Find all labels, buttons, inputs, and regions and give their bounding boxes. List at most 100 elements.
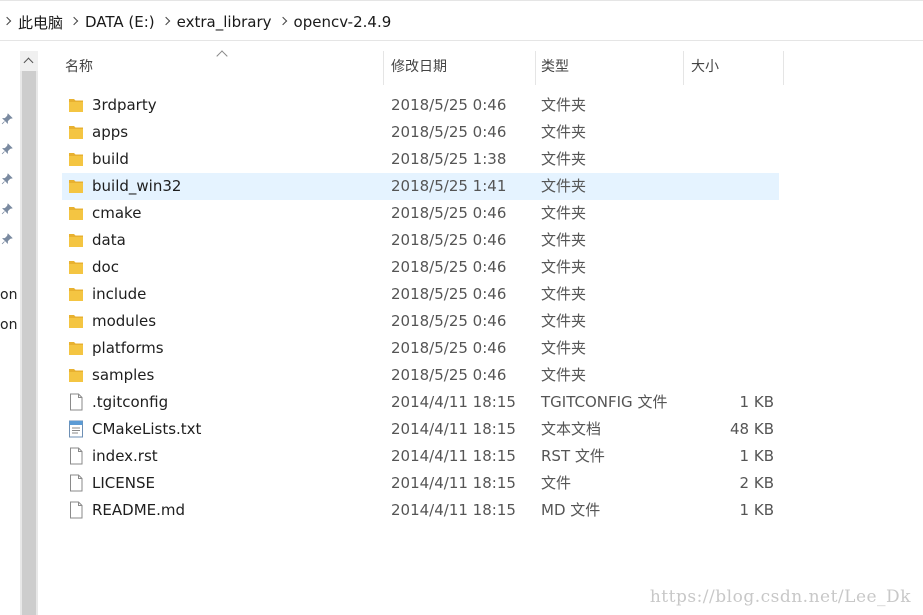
file-row[interactable]: data 2018/5/25 0:46 文件夹 — [62, 227, 779, 254]
file-type: RST 文件 — [541, 447, 605, 465]
file-modified-date: 2018/5/25 0:46 — [391, 258, 507, 276]
folder-icon — [68, 150, 84, 168]
chevron-right-icon[interactable] — [67, 12, 83, 32]
file-row[interactable]: .tgitconfig 2014/4/11 18:15 TGITCONFIG 文件 1… — [62, 389, 779, 416]
file-row[interactable]: include 2018/5/25 0:46 文件夹 — [62, 281, 779, 308]
file-modified-date: 2014/4/11 18:15 — [391, 474, 516, 492]
file-icon — [68, 393, 84, 411]
file-type: 文件夹 — [541, 150, 587, 168]
file-type: 文件夹 — [541, 339, 587, 357]
file-type: MD 文件 — [541, 501, 601, 519]
file-modified-date: 2018/5/25 0:46 — [391, 123, 507, 141]
file-size: 2 KB — [739, 474, 774, 492]
file-name: .tgitconfig — [92, 393, 169, 411]
file-size: 1 KB — [739, 501, 774, 519]
nav-item-label[interactable]: on — [0, 287, 17, 303]
file-icon — [68, 447, 84, 465]
pin-icon[interactable] — [1, 110, 13, 125]
file-name: build_win32 — [92, 177, 182, 195]
breadcrumb-item-drive[interactable]: DATA (E:) — [83, 13, 159, 31]
file-row[interactable]: modules 2018/5/25 0:46 文件夹 — [62, 308, 779, 335]
column-header-row: 名称 修改日期 类型 大小 — [60, 50, 784, 85]
file-modified-date: 2014/4/11 18:15 — [391, 447, 516, 465]
pin-icon[interactable] — [1, 200, 13, 215]
file-size: 48 KB — [730, 420, 774, 438]
file-modified-date: 2018/5/25 0:46 — [391, 204, 507, 222]
folder-icon — [68, 339, 84, 357]
folder-icon — [68, 285, 84, 303]
navigation-pane: on on — [0, 42, 20, 615]
breadcrumb-item-this-pc[interactable]: 此电脑 — [16, 12, 67, 33]
folder-icon — [68, 258, 84, 276]
text-document-icon — [68, 420, 84, 438]
pin-icon[interactable] — [1, 140, 13, 155]
folder-icon — [68, 312, 84, 330]
nav-item-label[interactable]: on — [0, 317, 17, 333]
file-modified-date: 2018/5/25 1:38 — [391, 150, 507, 168]
file-name: platforms — [92, 339, 164, 357]
column-header-date[interactable]: 修改日期 — [386, 51, 536, 85]
file-name: build — [92, 150, 129, 168]
address-bar[interactable]: 此电脑 DATA (E:) extra_library opencv-2.4.9 — [0, 0, 923, 41]
scrollbar-thumb[interactable] — [22, 71, 36, 615]
file-name: cmake — [92, 204, 142, 222]
file-row[interactable]: platforms 2018/5/25 0:46 文件夹 — [62, 335, 779, 362]
file-name: doc — [92, 258, 119, 276]
breadcrumb: 此电脑 DATA (E:) extra_library opencv-2.4.9 — [0, 12, 395, 32]
chevron-right-icon[interactable] — [0, 12, 16, 32]
file-modified-date: 2018/5/25 0:46 — [391, 96, 507, 114]
file-modified-date: 2014/4/11 18:15 — [391, 420, 516, 438]
file-row[interactable]: 3rdparty 2018/5/25 0:46 文件夹 — [62, 92, 779, 119]
pin-icon[interactable] — [1, 170, 13, 185]
scroll-up-button[interactable] — [20, 51, 38, 71]
file-type: 文件 — [541, 474, 572, 492]
file-modified-date: 2014/4/11 18:15 — [391, 501, 516, 519]
file-row[interactable]: build 2018/5/25 1:38 文件夹 — [62, 146, 779, 173]
file-modified-date: 2018/5/25 0:46 — [391, 366, 507, 384]
file-name: modules — [92, 312, 157, 330]
file-row[interactable]: build_win32 2018/5/25 1:41 文件夹 — [62, 173, 779, 200]
file-type: 文件夹 — [541, 204, 587, 222]
folder-icon — [68, 204, 84, 222]
file-modified-date: 2018/5/25 0:46 — [391, 231, 507, 249]
file-name: 3rdparty — [92, 96, 157, 114]
file-name: LICENSE — [92, 474, 155, 492]
vertical-scrollbar[interactable] — [20, 51, 38, 615]
file-row[interactable]: LICENSE 2014/4/11 18:15 文件 2 KB — [62, 470, 779, 497]
breadcrumb-item-extra-library[interactable]: extra_library — [175, 13, 276, 31]
file-name: data — [92, 231, 126, 249]
file-icon — [68, 501, 84, 519]
folder-icon — [68, 231, 84, 249]
chevron-right-icon[interactable] — [159, 12, 175, 32]
folder-icon — [68, 177, 84, 195]
file-row[interactable]: apps 2018/5/25 0:46 文件夹 — [62, 119, 779, 146]
breadcrumb-item-opencv[interactable]: opencv-2.4.9 — [292, 13, 396, 31]
file-name: README.md — [92, 501, 186, 519]
file-type: 文件夹 — [541, 258, 587, 276]
file-type: 文件夹 — [541, 123, 587, 141]
folder-icon — [68, 123, 84, 141]
file-row[interactable]: samples 2018/5/25 0:46 文件夹 — [62, 362, 779, 389]
file-row[interactable]: index.rst 2014/4/11 18:15 RST 文件 1 KB — [62, 443, 779, 470]
column-header-name[interactable]: 名称 — [60, 51, 384, 85]
file-row[interactable]: cmake 2018/5/25 0:46 文件夹 — [62, 200, 779, 227]
file-type: 文本文档 — [541, 420, 602, 438]
column-header-type[interactable]: 类型 — [536, 51, 684, 85]
file-name: apps — [92, 123, 129, 141]
column-header-size[interactable]: 大小 — [686, 51, 784, 85]
file-icon — [68, 474, 84, 492]
file-row[interactable]: CMakeLists.txt 2014/4/11 18:15 文本文档 48 KB — [62, 416, 779, 443]
pin-icon[interactable] — [1, 230, 13, 245]
chevron-right-icon[interactable] — [276, 12, 292, 32]
file-type: TGITCONFIG 文件 — [541, 393, 668, 411]
file-type: 文件夹 — [541, 231, 587, 249]
file-name: samples — [92, 366, 155, 384]
file-row[interactable]: README.md 2014/4/11 18:15 MD 文件 1 KB — [62, 497, 779, 524]
file-modified-date: 2014/4/11 18:15 — [391, 393, 516, 411]
file-modified-date: 2018/5/25 0:46 — [391, 285, 507, 303]
file-modified-date: 2018/5/25 0:46 — [391, 339, 507, 357]
file-type: 文件夹 — [541, 96, 587, 114]
file-row[interactable]: doc 2018/5/25 0:46 文件夹 — [62, 254, 779, 281]
watermark-text: https://blog.csdn.net/Lee_Dk — [649, 587, 911, 607]
file-type: 文件夹 — [541, 285, 587, 303]
